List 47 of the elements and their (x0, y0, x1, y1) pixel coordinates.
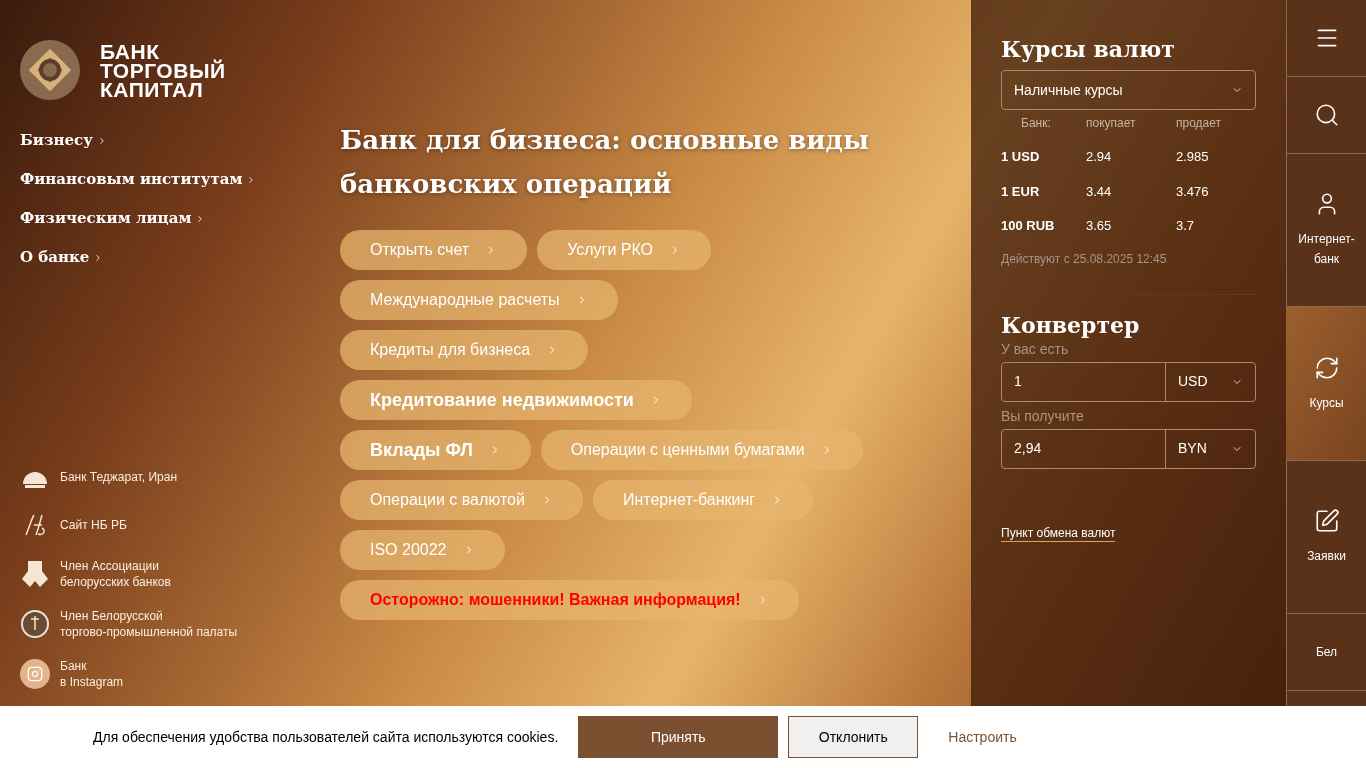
partner-link[interactable]: Член Ассоциации белорусских банков (60, 558, 171, 590)
rate-cell-text: 1 EUR (1001, 182, 1041, 201)
column-header: покупает (1086, 115, 1137, 132)
rail-button[interactable]: Интернет- банк (1286, 154, 1366, 307)
partner-link[interactable]: Банк в Instagram (60, 658, 124, 690)
logo-text: ТОРГОВЫЙ (100, 60, 226, 80)
edit-icon (1313, 508, 1340, 534)
partner-link[interactable]: Член Белорусской торгово-промышленной палаты (60, 608, 238, 640)
association-logo-icon (20, 559, 50, 589)
logo-icon (20, 40, 80, 100)
rate-cell-text: 1 USD (1001, 148, 1041, 166)
logo-text: БАНК (100, 41, 160, 61)
converter-title: Конвертер (1001, 310, 1141, 339)
column-header: Банк: (1020, 115, 1052, 132)
nav-link[interactable]: Финансовым институтам (20, 167, 243, 192)
rate-cell-text: 100 RUB (1001, 217, 1056, 235)
decline-button[interactable]: Отклонить (788, 716, 919, 758)
nav-link[interactable]: О банке (20, 245, 90, 270)
instagram-icon (20, 659, 50, 689)
hero-title: Банк для бизнеса: основные виды банковских операций (340, 124, 870, 201)
field-label: Вы получите (1001, 406, 1085, 426)
rates-note: Действуют с 25.08.2025 12:45 (1001, 250, 1168, 268)
rate-type-select[interactable]: Наличные курсы (1001, 70, 1256, 110)
chamber-seal-icon (20, 609, 50, 639)
rate-cell-text: 3.65 (1086, 217, 1113, 235)
logo-text: КАПИТАЛ (100, 79, 204, 99)
rate-cell-text: 3.44 (1086, 182, 1113, 201)
rail-button[interactable]: Заявки (1286, 461, 1366, 614)
column-header: продает (1176, 115, 1223, 132)
exchange-office-link[interactable]: Пункт обмена валют (1001, 524, 1116, 542)
rail-button[interactable]: Бел (1286, 614, 1366, 691)
rate-cell-text: 2.94 (1086, 148, 1113, 166)
refresh-icon (1313, 354, 1340, 381)
rail-button[interactable] (1286, 77, 1366, 154)
partner-link[interactable]: Банк Теджарат, Иран (60, 469, 178, 485)
rail-button[interactable] (1286, 0, 1366, 77)
field-label: У вас есть (1001, 339, 1070, 359)
nav-link[interactable]: Физическим лицам (20, 206, 192, 231)
rate-cell-text: 3.7 (1176, 217, 1196, 235)
rate-cell-text: 2.985 (1176, 148, 1210, 166)
partner-link[interactable]: Сайт НБ РБ (60, 517, 127, 533)
rate-cell-text: 3.476 (1176, 182, 1210, 201)
cookie-text: Для обеспечения удобства пользователей сайта используются cookies. (93, 727, 559, 747)
settings-button[interactable]: Настроить (938, 716, 1027, 758)
nav-link[interactable]: Бизнесу (20, 128, 93, 153)
rates-title: Курсы валют (1001, 35, 1176, 64)
accept-button[interactable]: Принять (578, 716, 779, 758)
